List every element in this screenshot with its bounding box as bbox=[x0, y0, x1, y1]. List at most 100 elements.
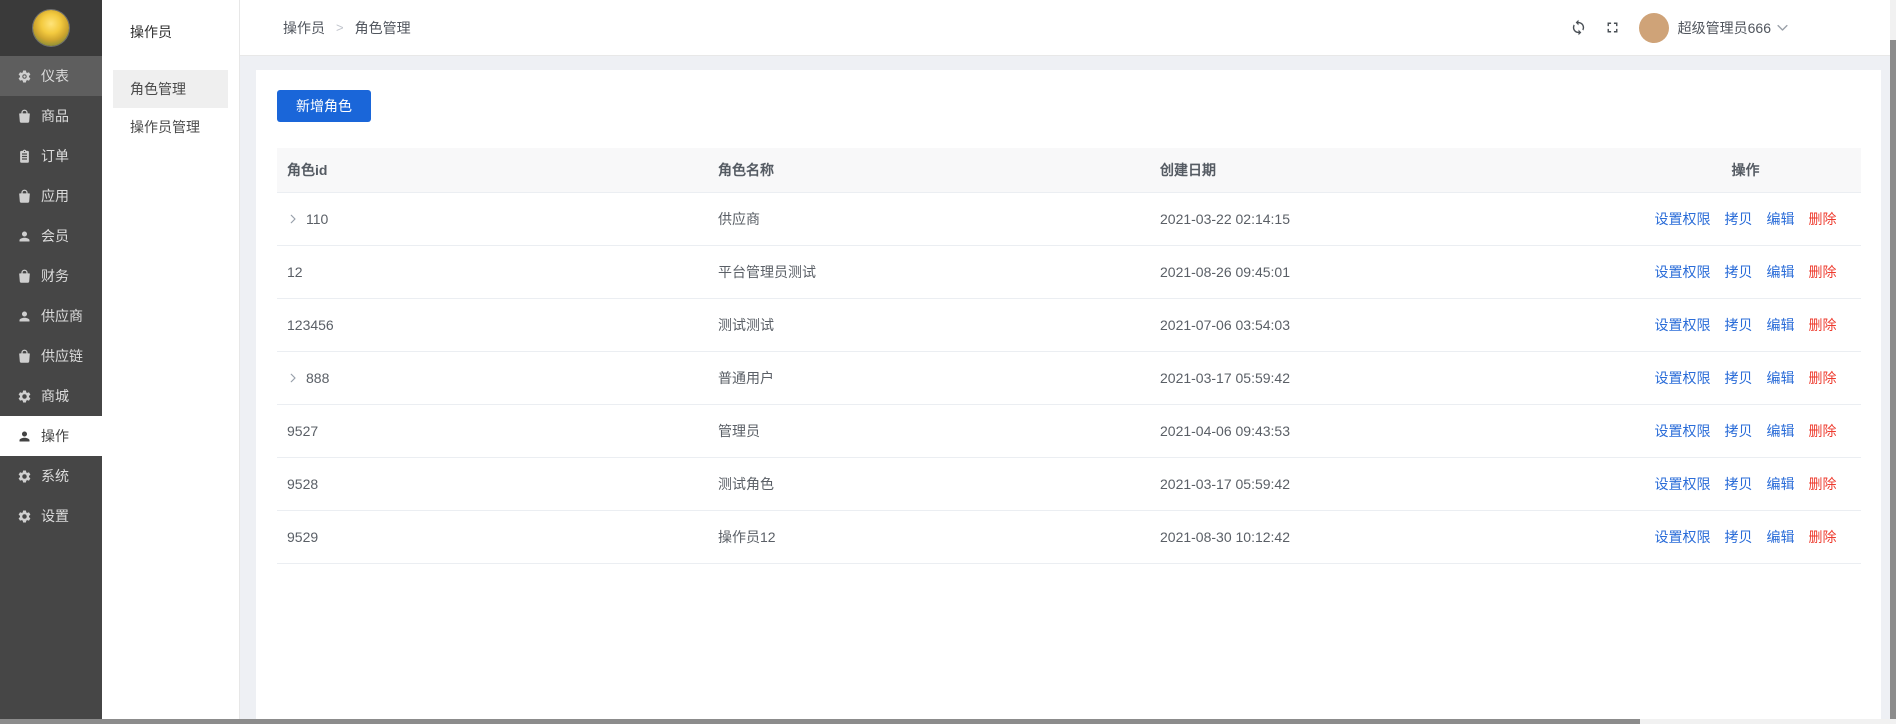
primary-sidebar: 仪表商品订单应用 会员财务供应商供应链 商城操作系统设置 bbox=[0, 0, 102, 719]
vertical-scrollbar[interactable] bbox=[1890, 0, 1896, 719]
column-header-actions: 操作 bbox=[1731, 162, 1760, 178]
sidebar-item-财务[interactable]: 财务 bbox=[0, 256, 102, 296]
action-link-0[interactable]: 设置权限 bbox=[1655, 421, 1711, 441]
cell-actions: 设置权限 拷贝 编辑 删除 bbox=[1630, 315, 1861, 335]
sidebar-item-商城[interactable]: 商城 bbox=[0, 376, 102, 416]
cell-role-id: 12 bbox=[277, 264, 708, 280]
user-avatar[interactable] bbox=[1638, 12, 1669, 43]
action-delete-3[interactable]: 删除 bbox=[1809, 262, 1837, 282]
refresh-button[interactable] bbox=[1570, 19, 1587, 36]
cell-role-name: 供应商 bbox=[718, 211, 760, 227]
action-delete-3[interactable]: 删除 bbox=[1809, 209, 1837, 229]
role-id-value: 110 bbox=[306, 211, 329, 227]
action-delete-3[interactable]: 删除 bbox=[1809, 315, 1837, 335]
action-link-2[interactable]: 编辑 bbox=[1767, 209, 1795, 229]
topbar-actions: 超级管理员666 bbox=[1570, 12, 1790, 43]
action-delete-3[interactable]: 删除 bbox=[1809, 474, 1837, 494]
cell-role-name: 普通用户 bbox=[718, 370, 774, 386]
action-link-2[interactable]: 编辑 bbox=[1767, 368, 1795, 388]
action-link-0[interactable]: 设置权限 bbox=[1655, 527, 1711, 547]
action-link-1[interactable]: 拷贝 bbox=[1725, 315, 1753, 335]
row-actions: 设置权限 拷贝 编辑 删除 bbox=[1630, 209, 1861, 229]
column-header-created-date: 创建日期 bbox=[1160, 162, 1216, 178]
role-id-value: 9527 bbox=[287, 423, 319, 439]
action-link-2[interactable]: 编辑 bbox=[1767, 315, 1795, 335]
submenu-item-角色管理[interactable]: 角色管理 bbox=[113, 70, 228, 108]
expand-row-button[interactable] bbox=[287, 213, 299, 225]
row-actions: 设置权限 拷贝 编辑 删除 bbox=[1630, 421, 1861, 441]
cell-role-name: 操作员12 bbox=[718, 529, 776, 545]
action-link-0[interactable]: 设置权限 bbox=[1655, 368, 1711, 388]
horizontal-scrollbar[interactable] bbox=[0, 719, 1896, 724]
action-link-2[interactable]: 编辑 bbox=[1767, 474, 1795, 494]
sidebar-item-label: 系统 bbox=[41, 468, 69, 484]
sidebar-item-应用[interactable]: 应用 bbox=[0, 176, 102, 216]
app-window: 仪表 商品 订单 应用 会员 财务 供应商 供应链 商城 操作 系统 设置 操作员 角色管理 操作员管理… bbox=[0, 0, 1896, 724]
cell-actions: 设置权限 拷贝 编辑 删除 bbox=[1630, 527, 1861, 547]
column-header-role-name: 角色名称 bbox=[718, 162, 774, 178]
action-link-1[interactable]: 拷贝 bbox=[1725, 209, 1753, 229]
action-link-1[interactable]: 拷贝 bbox=[1725, 262, 1753, 282]
submenu-title: 操作员 bbox=[130, 24, 172, 40]
user-icon bbox=[17, 429, 32, 444]
breadcrumb-item-operators[interactable]: 操作员 bbox=[283, 18, 325, 38]
roles-table: 角色id 角色名称 创建日期 操作 110 供应商 2021-03-22 02:14… bbox=[277, 148, 1861, 564]
action-link-0[interactable]: 设置权限 bbox=[1655, 262, 1711, 282]
horizontal-scrollbar-thumb[interactable] bbox=[0, 719, 1640, 724]
action-link-0[interactable]: 设置权限 bbox=[1655, 474, 1711, 494]
sidebar-item-label: 订单 bbox=[41, 148, 69, 164]
sidebar-item-供应商[interactable]: 供应商 bbox=[0, 296, 102, 336]
cell-created-date: 2021-08-26 09:45:01 bbox=[1160, 264, 1290, 280]
action-link-1[interactable]: 拷贝 bbox=[1725, 527, 1753, 547]
sidebar-item-商品[interactable]: 商品 bbox=[0, 96, 102, 136]
sidebar-item-label: 设置 bbox=[41, 508, 69, 524]
chevron-right-icon bbox=[287, 372, 299, 384]
table-row: 9528 测试角色 2021-03-17 05:59:42 设置权限 拷贝 编辑 删除 bbox=[277, 458, 1861, 511]
table-row: 12 平台管理员测试 2021-08-26 09:45:01 设置权限 拷贝 编辑 删除 bbox=[277, 246, 1861, 299]
action-link-0[interactable]: 设置权限 bbox=[1655, 209, 1711, 229]
action-link-2[interactable]: 编辑 bbox=[1767, 421, 1795, 441]
dashboard-icon bbox=[17, 69, 32, 84]
sidebar-item-仪表[interactable]: 仪表 bbox=[0, 56, 102, 96]
sidebar-item-label: 操作 bbox=[41, 428, 69, 444]
bag-icon bbox=[17, 269, 32, 284]
user-icon bbox=[17, 309, 32, 324]
action-link-1[interactable]: 拷贝 bbox=[1725, 368, 1753, 388]
sidebar-item-供应链[interactable]: 供应链 bbox=[0, 336, 102, 376]
sidebar-item-设置[interactable]: 设置 bbox=[0, 496, 102, 536]
table-header-row: 角色id 角色名称 创建日期 操作 bbox=[277, 148, 1861, 193]
row-actions: 设置权限 拷贝 编辑 删除 bbox=[1630, 315, 1861, 335]
sidebar-item-操作[interactable]: 操作 bbox=[0, 416, 102, 456]
add-role-button[interactable]: 新增角色 bbox=[277, 90, 371, 122]
sidebar-item-会员[interactable]: 会员 bbox=[0, 216, 102, 256]
sidebar-item-订单[interactable]: 订单 bbox=[0, 136, 102, 176]
refresh-icon bbox=[1570, 19, 1587, 36]
sidebar-item-label: 财务 bbox=[41, 268, 69, 284]
cell-role-id: 9529 bbox=[277, 529, 708, 545]
vertical-scrollbar-thumb[interactable] bbox=[1890, 40, 1896, 719]
role-id-value: 123456 bbox=[287, 317, 334, 333]
action-delete-3[interactable]: 删除 bbox=[1809, 527, 1837, 547]
action-delete-3[interactable]: 删除 bbox=[1809, 421, 1837, 441]
action-link-1[interactable]: 拷贝 bbox=[1725, 421, 1753, 441]
action-link-1[interactable]: 拷贝 bbox=[1725, 474, 1753, 494]
action-link-0[interactable]: 设置权限 bbox=[1655, 315, 1711, 335]
secondary-sidebar: 操作员 角色管理 操作员管理 bbox=[102, 0, 240, 719]
sidebar-item-label: 供应商 bbox=[41, 308, 83, 324]
action-link-2[interactable]: 编辑 bbox=[1767, 527, 1795, 547]
expand-row-button[interactable] bbox=[287, 372, 299, 384]
sidebar-item-label: 仪表 bbox=[41, 68, 69, 84]
cell-role-name: 平台管理员测试 bbox=[718, 264, 816, 280]
row-actions: 设置权限 拷贝 编辑 删除 bbox=[1630, 474, 1861, 494]
sidebar-item-系统[interactable]: 系统 bbox=[0, 456, 102, 496]
submenu-item-操作员管理[interactable]: 操作员管理 bbox=[113, 108, 228, 146]
app-logo bbox=[33, 10, 69, 46]
cell-actions: 设置权限 拷贝 编辑 删除 bbox=[1630, 421, 1861, 441]
action-delete-3[interactable]: 删除 bbox=[1809, 368, 1837, 388]
username-label[interactable]: 超级管理员666 bbox=[1678, 18, 1771, 38]
role-id-value: 9528 bbox=[287, 476, 319, 492]
chevron-down-icon[interactable] bbox=[1775, 20, 1790, 35]
action-link-2[interactable]: 编辑 bbox=[1767, 262, 1795, 282]
topbar: 操作员 > 角色管理 超级管理员666 bbox=[240, 0, 1890, 56]
fullscreen-button[interactable] bbox=[1604, 19, 1621, 36]
